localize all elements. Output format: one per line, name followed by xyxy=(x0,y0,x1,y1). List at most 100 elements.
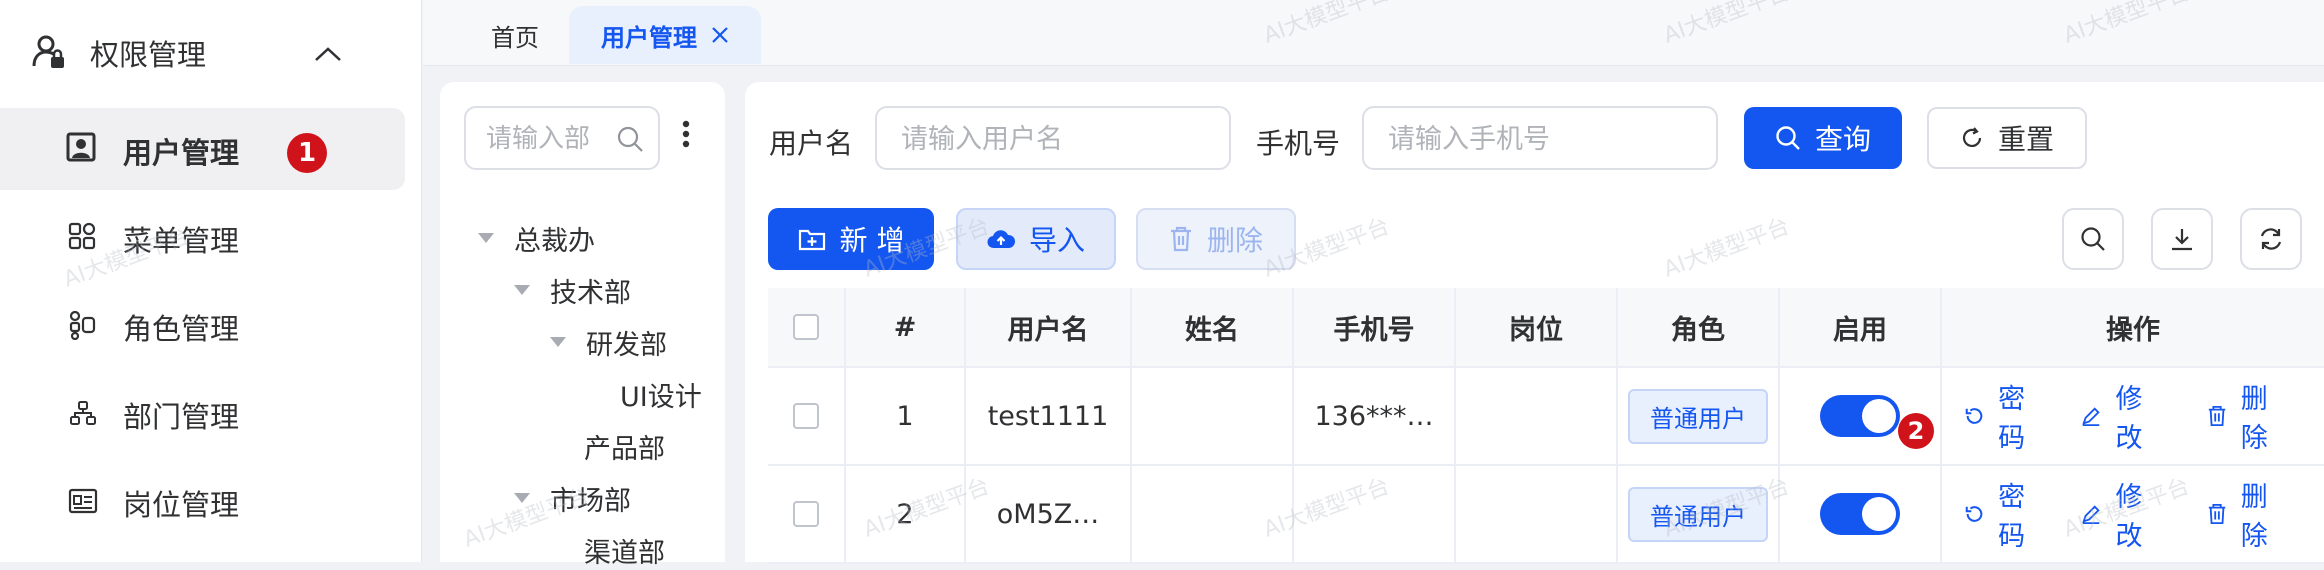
refresh-icon xyxy=(1960,126,1984,150)
import-button[interactable]: 导入 xyxy=(956,208,1116,270)
department-search-field[interactable] xyxy=(464,106,660,170)
grid-icon xyxy=(68,222,96,250)
close-icon[interactable] xyxy=(711,26,729,44)
table-header-cell: 用户名 xyxy=(966,288,1132,368)
table-cell xyxy=(1456,466,1618,564)
download-icon xyxy=(2169,226,2195,252)
caret-down-icon[interactable] xyxy=(550,337,566,347)
role-tag: 普通用户 xyxy=(1628,486,1768,542)
tree-node[interactable]: 技术部 xyxy=(514,270,631,310)
user-table: # 用户名 姓名 手机号 岗位 角色 启用 操作 1 test1111 136*… xyxy=(768,288,2324,564)
cloud-upload-icon xyxy=(987,228,1015,250)
sidebar-item-post-management[interactable]: 岗位管理 xyxy=(0,460,405,542)
add-button[interactable]: 新 增 xyxy=(768,208,934,270)
switch-knob xyxy=(1862,497,1896,531)
table-header-checkbox xyxy=(768,288,846,368)
folder-add-icon xyxy=(798,227,826,251)
export-button[interactable] xyxy=(2151,208,2213,270)
reset-password-link[interactable]: 密码 xyxy=(1964,475,2047,553)
row-checkbox[interactable] xyxy=(793,403,819,429)
tree-node[interactable]: 研发部 xyxy=(550,322,667,362)
phone-input[interactable] xyxy=(1386,118,1690,160)
undo-icon xyxy=(1965,408,1983,424)
table-header-cell: 操作 xyxy=(1942,288,2324,368)
sidebar-item-label: 菜单管理 xyxy=(123,224,240,258)
trash-icon xyxy=(1169,226,1193,252)
refresh-button[interactable] xyxy=(2240,208,2302,270)
username-label: 用户名 xyxy=(769,127,854,160)
refresh-icon xyxy=(2258,226,2284,252)
tree-node[interactable]: 总裁办 xyxy=(478,218,595,258)
sidebar-item-user-management[interactable]: 用户管理 1 xyxy=(0,108,405,190)
sidebar: 权限管理 用户管理 1 菜单管理 角色管理 部门管理 岗位管理 xyxy=(0,0,422,562)
chevron-up-icon[interactable] xyxy=(314,46,342,62)
sidebar-item-label: 岗位管理 xyxy=(123,488,240,522)
edit-link[interactable]: 修 改 xyxy=(2081,377,2172,455)
table-cell-actions: 密码 修 改 删除 xyxy=(1942,368,2324,466)
row-checkbox[interactable] xyxy=(793,501,819,527)
table-header-cell: 手机号 xyxy=(1294,288,1456,368)
table-cell: 136***… xyxy=(1294,368,1456,466)
table-cell: test1111 xyxy=(966,368,1132,466)
table-cell xyxy=(768,466,846,564)
table-cell xyxy=(1294,466,1456,564)
role-nodes-icon xyxy=(68,310,96,340)
tab-user-management[interactable]: 用户管理 xyxy=(569,6,761,64)
enable-switch[interactable] xyxy=(1820,493,1900,535)
reset-password-link[interactable]: 密码 xyxy=(1964,377,2047,455)
phone-label: 手机号 xyxy=(1256,127,1341,160)
org-chart-icon xyxy=(70,400,96,426)
reset-label: 重置 xyxy=(1997,123,2054,156)
tab-home[interactable]: 首页 xyxy=(463,6,567,64)
enable-switch[interactable] xyxy=(1820,395,1900,437)
tab-bar: 首页 用户管理 xyxy=(423,0,2324,66)
table-cell xyxy=(768,368,846,466)
table-cell xyxy=(1132,368,1294,466)
query-label: 查询 xyxy=(1814,123,1871,156)
department-search-input[interactable] xyxy=(484,118,618,160)
tree-node[interactable]: 市场部 xyxy=(514,478,631,518)
id-card-icon xyxy=(68,488,98,514)
delete-label: 删除 xyxy=(1206,224,1263,257)
department-tree-panel: 总裁办 技术部 研发部 UI设计 产品部 市场部 渠道部 xyxy=(440,82,725,569)
table-cell xyxy=(1780,466,1942,564)
more-vertical-icon[interactable] xyxy=(682,120,690,148)
select-all-checkbox[interactable] xyxy=(793,314,819,340)
search-icon xyxy=(1775,125,1801,151)
table-row: 2 oM5Z… 普通用户 密码 修 改 删除 xyxy=(768,466,2324,564)
edit-icon xyxy=(2082,505,2101,525)
trash-icon xyxy=(2208,405,2225,427)
search-icon xyxy=(2080,226,2106,252)
delete-link[interactable]: 删除 xyxy=(2207,475,2290,553)
table-cell: 普通用户 xyxy=(1618,368,1780,466)
search-toggle-button[interactable] xyxy=(2062,208,2124,270)
search-icon[interactable] xyxy=(616,125,644,153)
sidebar-item-role-management[interactable]: 角色管理 xyxy=(0,284,405,366)
table-cell-actions: 密码 修 改 删除 xyxy=(1942,466,2324,564)
caret-down-icon[interactable] xyxy=(514,285,530,295)
add-label: 新 增 xyxy=(839,224,905,257)
delete-link[interactable]: 删除 xyxy=(2207,377,2290,455)
tree-node[interactable]: UI设计 xyxy=(620,374,702,414)
tree-node[interactable]: 产品部 xyxy=(584,426,665,466)
phone-field[interactable] xyxy=(1362,106,1718,170)
username-field[interactable] xyxy=(875,106,1231,170)
user-lock-icon xyxy=(32,34,66,70)
notification-badge: 1 xyxy=(287,133,327,173)
menu-group-permission[interactable]: 权限管理 xyxy=(0,10,422,94)
table-cell: 普通用户 xyxy=(1618,466,1780,564)
caret-down-icon[interactable] xyxy=(514,493,530,503)
reset-button[interactable]: 重置 xyxy=(1927,107,2087,169)
delete-button[interactable]: 删除 xyxy=(1136,208,1296,270)
username-input[interactable] xyxy=(899,118,1203,160)
trash-icon xyxy=(2208,503,2225,525)
query-button[interactable]: 查询 xyxy=(1744,107,1902,169)
table-cell xyxy=(1132,466,1294,564)
sidebar-item-menu-management[interactable]: 菜单管理 xyxy=(0,196,405,278)
edit-link[interactable]: 修 改 xyxy=(2081,475,2172,553)
tree-node[interactable]: 渠道部 xyxy=(584,530,665,570)
caret-down-icon[interactable] xyxy=(478,233,494,243)
sidebar-item-department-management[interactable]: 部门管理 xyxy=(0,372,405,454)
sidebar-item-label: 角色管理 xyxy=(123,312,240,346)
switch-knob xyxy=(1862,399,1896,433)
